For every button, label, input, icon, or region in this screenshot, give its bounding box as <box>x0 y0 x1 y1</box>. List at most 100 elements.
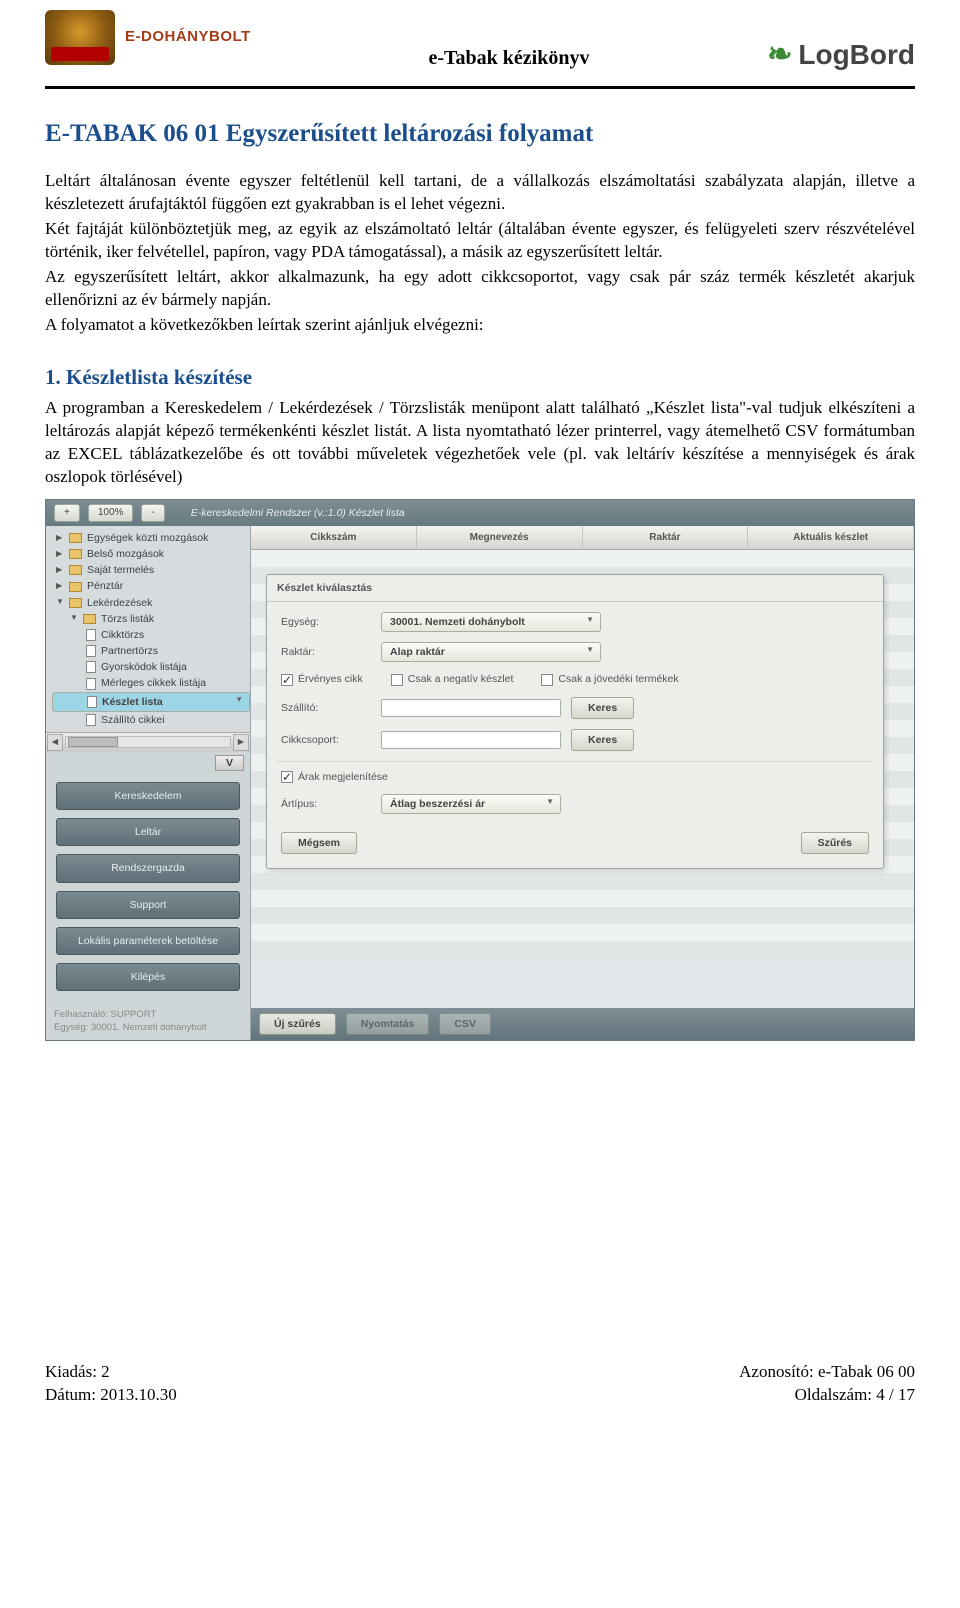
pricetype-label: Ártípus: <box>281 797 371 811</box>
cancel-button[interactable]: Mégsem <box>281 832 357 854</box>
tree-item-selected[interactable]: Készlet lista <box>52 692 250 712</box>
negative-checkbox[interactable] <box>391 674 403 686</box>
print-button[interactable]: Nyomtatás <box>346 1013 430 1035</box>
col-megnevezes[interactable]: Megnevezés <box>417 526 583 550</box>
work-area: Cikkszám Megnevezés Raktár Aktuális kész… <box>251 526 914 1040</box>
sidebar: ▶Egységek közti mozgások ▶Belső mozgások… <box>46 526 251 1040</box>
collapse-button[interactable]: V <box>215 755 244 771</box>
valid-label: Érvényes cikk <box>298 672 363 686</box>
col-keszlet[interactable]: Aktuális készlet <box>748 526 914 550</box>
col-raktar[interactable]: Raktár <box>583 526 749 550</box>
intro-block: Leltárt általánosan évente egyszer felté… <box>45 170 915 337</box>
dialog-title: Készlet kiválasztás <box>267 575 883 602</box>
excise-label: Csak a jövedéki termékek <box>558 672 678 686</box>
column-headers: Cikkszám Megnevezés Raktár Aktuális kész… <box>251 526 914 551</box>
col-cikkszam[interactable]: Cikkszám <box>251 526 417 550</box>
showprice-checkbox[interactable] <box>281 771 293 783</box>
scroll-left-icon[interactable]: ◄ <box>47 734 63 750</box>
section-1-body: A programban a Kereskedelem / Lekérdezés… <box>45 397 915 489</box>
document-icon <box>86 678 96 690</box>
intro-para-4: A folyamatot a következőkben leírtak sze… <box>45 314 915 337</box>
tree-item[interactable]: ▼Törzs listák <box>52 611 250 627</box>
tree-item[interactable]: ▶Pénztár <box>52 578 250 594</box>
tree-item[interactable]: Partnertörzs <box>52 643 250 659</box>
unit-select[interactable]: 30001. Nemzeti dohánybolt <box>381 612 601 632</box>
footer-page: Oldalszám: 4 / 17 <box>739 1384 915 1407</box>
document-icon <box>86 629 96 641</box>
store-select[interactable]: Alap raktár <box>381 642 601 662</box>
app-screenshot: + 100% - E-kereskedelmi Rendszer (v.:1.0… <box>45 499 915 1041</box>
page-header: E-DOHÁNYBOLT e-Tabak kézikönyv ❧ LogBord <box>45 10 915 82</box>
valid-checkbox[interactable] <box>281 674 293 686</box>
tree-item[interactable]: Gyorskódok listája <box>52 659 250 675</box>
document-icon <box>87 696 97 708</box>
tree-item[interactable]: ▼Lekérdezések <box>52 595 250 611</box>
nav-lokalis-param[interactable]: Lokális paraméterek betöltése <box>56 927 240 955</box>
group-search-button[interactable]: Keres <box>571 729 634 751</box>
group-label: Cikkcsoport: <box>281 733 371 747</box>
document-icon <box>86 645 96 657</box>
intro-para-1: Leltárt általánosan évente egyszer felté… <box>45 170 915 216</box>
nav-rendszergazda[interactable]: Rendszergazda <box>56 854 240 882</box>
intro-para-3: Az egyszerűsített leltárt, akkor alkalma… <box>45 266 915 312</box>
brand-text: E-DOHÁNYBOLT <box>125 27 251 47</box>
showprice-label: Árak megjelenítése <box>298 770 388 784</box>
nav-tree: ▶Egységek közti mozgások ▶Belső mozgások… <box>46 526 250 732</box>
unit-line: Egység: 30001. Nemzeti dohánybolt <box>54 1022 242 1034</box>
folder-icon <box>83 614 96 624</box>
manual-title: e-Tabak kézikönyv <box>251 10 768 72</box>
negative-label: Csak a negatív készlet <box>408 672 514 686</box>
tree-item[interactable]: Szállító cikkei <box>52 712 250 728</box>
folder-icon <box>69 598 82 608</box>
intro-para-2: Két fajtáját különböztetjük meg, az egyi… <box>45 218 915 264</box>
tree-item[interactable]: ▶Egységek közti mozgások <box>52 530 250 546</box>
nav-leltar[interactable]: Leltár <box>56 818 240 846</box>
leaf-icon: ❧ <box>767 35 792 76</box>
new-filter-button[interactable]: Új szűrés <box>259 1013 336 1035</box>
filter-button[interactable]: Szűrés <box>801 832 869 854</box>
logbord-text: LogBord <box>798 36 915 74</box>
document-icon <box>86 661 96 673</box>
zoom-in-button[interactable]: + <box>54 504 80 522</box>
scroll-right-icon[interactable]: ► <box>233 734 249 750</box>
footer-id: Azonosító: e-Tabak 06 00 <box>739 1361 915 1384</box>
zoom-out-button[interactable]: - <box>141 504 164 522</box>
horizontal-scrollbar[interactable]: ◄ ► <box>46 732 250 752</box>
supplier-input[interactable] <box>381 699 561 717</box>
folder-icon <box>69 582 82 592</box>
tree-item[interactable]: Cikktörzs <box>52 627 250 643</box>
document-icon <box>86 714 96 726</box>
tree-item[interactable]: Mérleges cikkek listája <box>52 675 250 691</box>
window-title: E-kereskedelmi Rendszer (v.:1.0) Készlet… <box>191 506 405 520</box>
document-title: E-TABAK 06 01 Egyszerűsített leltározási… <box>45 117 915 151</box>
tree-item[interactable]: ▶Belső mozgások <box>52 546 250 562</box>
page-footer: Kiadás: 2 Dátum: 2013.10.30 Azonosító: e… <box>45 1361 915 1407</box>
tree-item[interactable]: ▶Saját termelés <box>52 562 250 578</box>
nav-support[interactable]: Support <box>56 891 240 919</box>
user-info: Felhasználó: SUPPORT Egység: 30001. Nemz… <box>46 1005 250 1040</box>
excise-checkbox[interactable] <box>541 674 553 686</box>
footer-edition: Kiadás: 2 <box>45 1361 177 1384</box>
app-toolbar: + 100% - E-kereskedelmi Rendszer (v.:1.0… <box>46 500 914 526</box>
header-rule <box>45 86 915 89</box>
logbord-logo: ❧ LogBord <box>767 10 915 76</box>
zoom-level-button[interactable]: 100% <box>88 504 134 522</box>
nav-exit[interactable]: Kilépés <box>56 963 240 991</box>
csv-button[interactable]: CSV <box>439 1013 491 1035</box>
supplier-label: Szállító: <box>281 701 371 715</box>
store-label: Raktár: <box>281 645 371 659</box>
supplier-search-button[interactable]: Keres <box>571 697 634 719</box>
section-1-title: 1. Készletlista készítése <box>45 363 915 391</box>
bottom-bar: Új szűrés Nyomtatás CSV <box>251 1008 914 1040</box>
unit-label: Egység: <box>281 615 371 629</box>
folder-icon <box>69 565 82 575</box>
folder-icon <box>69 533 82 543</box>
folder-icon <box>69 549 82 559</box>
nav-kereskedelem[interactable]: Kereskedelem <box>56 782 240 810</box>
group-input[interactable] <box>381 731 561 749</box>
pricetype-select[interactable]: Átlag beszerzési ár <box>381 794 561 814</box>
footer-date: Dátum: 2013.10.30 <box>45 1384 177 1407</box>
filter-dialog: Készlet kiválasztás Egység: 30001. Nemze… <box>266 574 884 870</box>
edohanybolt-logo-icon <box>45 10 115 65</box>
user-line: Felhasználó: SUPPORT <box>54 1009 242 1021</box>
